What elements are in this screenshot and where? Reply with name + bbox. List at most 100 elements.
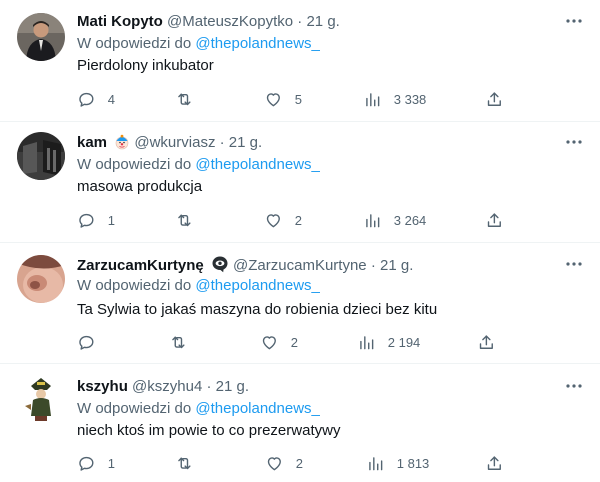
retweet-icon bbox=[178, 457, 191, 469]
share-button[interactable] bbox=[485, 453, 504, 473]
reply-mention-link[interactable]: @thepolandnews_ bbox=[195, 400, 319, 417]
like-button[interactable]: 2 bbox=[260, 332, 298, 352]
retweet-button[interactable] bbox=[175, 453, 194, 473]
views-button[interactable]: 3 264 bbox=[363, 210, 426, 230]
views-button[interactable]: 3 338 bbox=[363, 89, 426, 109]
share-button[interactable] bbox=[477, 332, 496, 352]
timestamp[interactable]: 21 g. bbox=[216, 378, 249, 395]
clown-emoji-icon bbox=[114, 134, 130, 156]
views-button[interactable]: 1 813 bbox=[366, 453, 429, 473]
timestamp[interactable]: 21 g. bbox=[229, 134, 262, 151]
like-button[interactable]: 5 bbox=[264, 89, 302, 109]
reply-count: 4 bbox=[107, 91, 115, 107]
share-button[interactable] bbox=[485, 210, 504, 230]
tweet[interactable]: kszyhu @kszyhu4 · 21 g. W odpowiedzi do … bbox=[0, 363, 600, 482]
heart-icon bbox=[266, 92, 280, 106]
retweet-icon bbox=[172, 336, 185, 348]
retweet-button[interactable] bbox=[175, 89, 194, 109]
action-bar: 4 5 3 338 bbox=[77, 89, 507, 109]
reply-count: 1 bbox=[107, 455, 115, 471]
separator: · bbox=[206, 378, 212, 395]
like-button[interactable]: 2 bbox=[265, 453, 303, 473]
separator: · bbox=[370, 257, 376, 274]
views-chart-icon bbox=[366, 213, 380, 227]
tweet-text: Ta Sylwia to jakaś maszyna do robienia d… bbox=[77, 301, 438, 318]
reply-count: 1 bbox=[107, 212, 115, 228]
timestamp[interactable]: 21 g. bbox=[306, 13, 339, 30]
separator: · bbox=[297, 13, 303, 30]
more-options-icon[interactable] bbox=[564, 11, 584, 31]
tweet-text: Pierdolony inkubator bbox=[77, 57, 214, 74]
reply-icon bbox=[79, 456, 94, 471]
reply-context: W odpowiedzi do @thepolandnews_ bbox=[77, 399, 320, 419]
more-options-icon[interactable] bbox=[564, 254, 584, 274]
like-count: 2 bbox=[295, 455, 303, 471]
reply-button[interactable] bbox=[77, 332, 108, 352]
reply-context: W odpowiedzi do @thepolandnews_ bbox=[77, 155, 320, 175]
more-options-icon[interactable] bbox=[564, 376, 584, 396]
view-count: 3 264 bbox=[393, 212, 427, 228]
like-count: 5 bbox=[294, 91, 302, 107]
display-name[interactable]: kam bbox=[77, 134, 107, 151]
heart-icon bbox=[262, 335, 276, 349]
reply-prefix: W odpowiedzi do bbox=[77, 277, 192, 294]
reply-prefix: W odpowiedzi do bbox=[77, 156, 192, 173]
share-icon bbox=[487, 456, 501, 470]
reply-button[interactable]: 1 bbox=[77, 453, 115, 473]
reply-icon bbox=[79, 335, 94, 350]
tweet-text: niech ktoś im powie to co prezerwatywy bbox=[77, 422, 341, 439]
action-bar: 2 2 194 bbox=[77, 332, 507, 352]
action-bar: 1 2 3 264 bbox=[77, 210, 507, 230]
like-count: 2 bbox=[290, 334, 298, 350]
reply-mention-link[interactable]: @thepolandnews_ bbox=[195, 156, 319, 173]
tweet-header: kam @wkurviasz · 21 g. bbox=[77, 133, 262, 153]
user-handle[interactable]: @MateuszKopytko bbox=[167, 13, 293, 30]
user-handle[interactable]: @kszyhu4 bbox=[132, 378, 202, 395]
retweet-icon bbox=[178, 214, 191, 226]
tweet-header: Mati Kopyto @MateuszKopytko · 21 g. bbox=[77, 12, 340, 32]
views-chart-icon bbox=[366, 92, 380, 106]
tweet[interactable]: kam @wkurviasz · 21 g. W odpowiedzi do @… bbox=[0, 121, 600, 243]
action-bar: 1 2 1 813 bbox=[77, 453, 507, 473]
retweet-button[interactable] bbox=[175, 210, 194, 230]
heart-icon bbox=[266, 213, 280, 227]
view-count: 3 338 bbox=[393, 91, 427, 107]
display-name[interactable]: kszyhu bbox=[77, 378, 128, 395]
reply-context: W odpowiedzi do @thepolandnews_ bbox=[77, 34, 320, 54]
views-button[interactable]: 2 194 bbox=[357, 332, 420, 352]
retweet-icon bbox=[178, 93, 191, 105]
display-name[interactable]: ZarzucamKurtynę bbox=[77, 257, 204, 274]
reply-prefix: W odpowiedzi do bbox=[77, 400, 192, 417]
tweet[interactable]: Mati Kopyto @MateuszKopytko · 21 g. W od… bbox=[0, 0, 600, 122]
more-options-icon[interactable] bbox=[564, 132, 584, 152]
avatar[interactable] bbox=[17, 255, 65, 303]
avatar[interactable] bbox=[17, 376, 65, 424]
heart-icon bbox=[267, 456, 281, 470]
tweet-text: masowa produkcja bbox=[77, 178, 203, 195]
avatar[interactable] bbox=[17, 132, 65, 180]
tweet-header: ZarzucamKurtynę @ZarzucamKurtyne · 21 g. bbox=[77, 255, 413, 275]
views-chart-icon bbox=[360, 335, 374, 349]
tweet-header: kszyhu @kszyhu4 · 21 g. bbox=[77, 377, 249, 397]
reply-icon bbox=[79, 92, 94, 107]
share-icon bbox=[487, 92, 501, 106]
reply-mention-link[interactable]: @thepolandnews_ bbox=[195, 277, 319, 294]
like-count: 2 bbox=[294, 212, 302, 228]
avatar[interactable] bbox=[17, 13, 65, 61]
like-button[interactable]: 2 bbox=[264, 210, 302, 230]
views-chart-icon bbox=[369, 456, 383, 470]
user-handle[interactable]: @wkurviasz bbox=[134, 134, 215, 151]
user-handle[interactable]: @ZarzucamKurtyne bbox=[233, 257, 367, 274]
reply-feed: Mati Kopyto @MateuszKopytko · 21 g. W od… bbox=[0, 0, 600, 482]
view-count: 2 194 bbox=[387, 334, 421, 350]
retweet-button[interactable] bbox=[169, 332, 188, 352]
reply-context: W odpowiedzi do @thepolandnews_ bbox=[77, 276, 320, 296]
reply-button[interactable]: 4 bbox=[77, 89, 115, 109]
reply-button[interactable]: 1 bbox=[77, 210, 115, 230]
reply-mention-link[interactable]: @thepolandnews_ bbox=[195, 35, 319, 52]
timestamp[interactable]: 21 g. bbox=[380, 257, 413, 274]
share-button[interactable] bbox=[485, 89, 504, 109]
tweet[interactable]: ZarzucamKurtynę @ZarzucamKurtyne · 21 g.… bbox=[0, 242, 600, 364]
share-icon bbox=[487, 213, 501, 227]
display-name[interactable]: Mati Kopyto bbox=[77, 13, 163, 30]
